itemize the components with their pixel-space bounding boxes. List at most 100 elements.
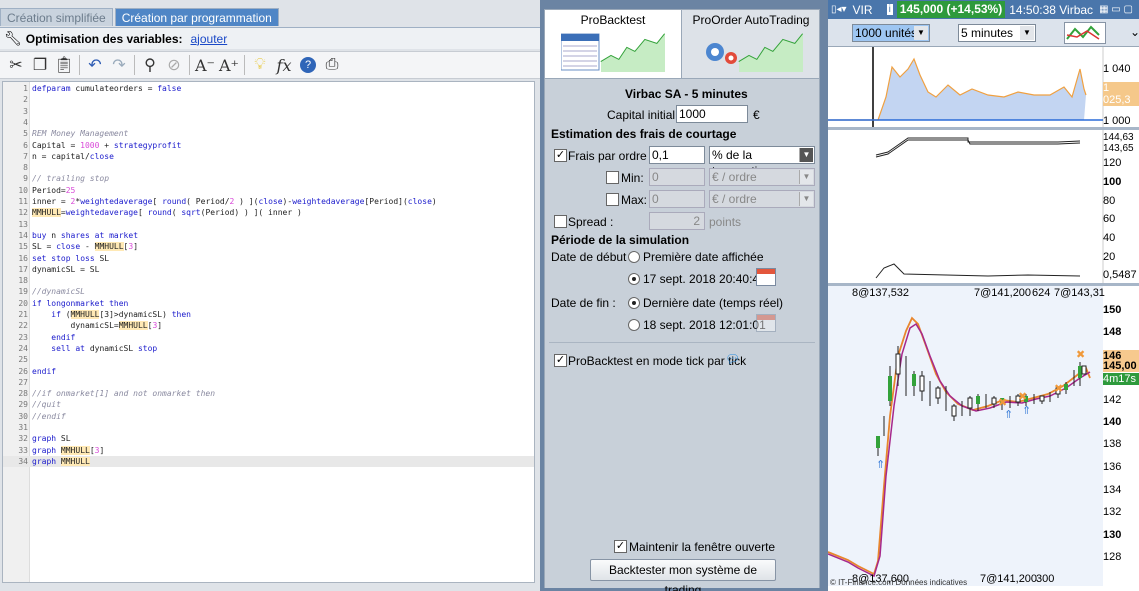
code-line[interactable]: 30 //endif: [3, 411, 534, 422]
code-line[interactable]: 19 //dynamicSL: [3, 286, 534, 297]
lightbulb-icon[interactable]: 💡︎: [248, 54, 272, 76]
min-checkbox[interactable]: [606, 171, 619, 184]
comment-icon[interactable]: ⊘: [162, 54, 186, 76]
code-line[interactable]: 1 defparam cumulateorders = false: [3, 83, 534, 94]
tab-proorder[interactable]: ProOrder AutoTrading: [683, 10, 819, 78]
price-tag: 7@141,200: [980, 573, 1038, 585]
tick-mode-checkbox[interactable]: ✓: [554, 354, 567, 367]
window-buttons-icon[interactable]: ▦ ▭ ▢: [1099, 4, 1133, 15]
code-line[interactable]: 10 Period=25: [3, 185, 534, 196]
code-line[interactable]: 28 //if onmarket[1] and not onmarket then: [3, 388, 534, 399]
code-line[interactable]: 15 SL = close - MMHULL[3]: [3, 241, 534, 252]
chart-style-icon[interactable]: [1064, 22, 1106, 44]
tab-simplified[interactable]: Création simplifiée: [0, 8, 113, 26]
spread-checkbox[interactable]: [554, 215, 567, 228]
code-line[interactable]: 33 graph MMHULL[3]: [3, 445, 534, 456]
code-line[interactable]: 22 dynamicSL=MMHULL[3]: [3, 320, 534, 331]
max-unit-select[interactable]: € / ordre ▼: [709, 190, 815, 208]
code-line[interactable]: 16 set stop loss SL: [3, 253, 534, 264]
code-line[interactable]: 27: [3, 377, 534, 388]
calendar-icon[interactable]: [756, 314, 776, 332]
line-number: 2: [23, 95, 28, 105]
code-line[interactable]: 26 endif: [3, 366, 534, 377]
start-first-radio[interactable]: [628, 251, 640, 263]
line-number: 19: [18, 287, 28, 297]
code-line[interactable]: 13: [3, 219, 534, 230]
price-axis-label: 140: [1103, 416, 1122, 428]
add-variable-link[interactable]: ajouter: [191, 32, 228, 46]
code-line[interactable]: 7 n = capital/close: [3, 151, 534, 162]
code-line[interactable]: 24 sell at dynamicSL stop: [3, 343, 534, 354]
min-input[interactable]: 0: [649, 168, 705, 186]
fees-input[interactable]: 0,1: [649, 146, 705, 164]
code-line[interactable]: 4: [3, 117, 534, 128]
info-bubble-icon[interactable]: 💬︎: [725, 352, 740, 366]
copy-icon[interactable]: ❐: [28, 54, 52, 76]
code-line[interactable]: 12 MMHULL=weightedaverage[ round( sqrt(Pe…: [3, 207, 534, 218]
code-line[interactable]: 32 graph SL: [3, 433, 534, 444]
cut-icon[interactable]: ✂: [4, 54, 28, 76]
code-line[interactable]: 21 if (MMHULL[3]>dynamicSL) then: [3, 309, 534, 320]
code-line[interactable]: 9 // trailing stop: [3, 173, 534, 184]
code-line[interactable]: 20 if longonmarket then: [3, 298, 534, 309]
wrench-icon: 🔧︎: [4, 30, 22, 46]
max-input[interactable]: 0: [649, 190, 705, 208]
chevron-down-icon: ▼: [799, 192, 813, 206]
end-realtime-radio[interactable]: [628, 297, 640, 309]
font-decrease-icon[interactable]: A⁻: [193, 54, 217, 76]
code-line[interactable]: 8: [3, 162, 534, 173]
optimisation-bar: 🔧︎ Optimisation des variables: ajouter: [0, 27, 540, 49]
line-number: 14: [18, 230, 28, 240]
line-number: 1: [23, 84, 28, 93]
end-date-radio[interactable]: [628, 319, 640, 331]
tab-probacktest[interactable]: ProBacktest: [545, 10, 682, 78]
tab-programming[interactable]: Création par programmation: [114, 8, 279, 26]
keep-open-checkbox[interactable]: ✓: [614, 540, 627, 553]
paste-icon[interactable]: 📋︎: [52, 54, 76, 76]
code-line[interactable]: 23 endif: [3, 332, 534, 343]
redo-icon[interactable]: ↷: [107, 54, 131, 76]
code-line[interactable]: 6 Capital = 1000 + strategyprofit: [3, 140, 534, 151]
indicator-axis-label: 20: [1103, 251, 1116, 263]
min-unit-select[interactable]: € / ordre ▼: [709, 168, 815, 186]
code-text: dynamicSL = SL: [32, 264, 100, 274]
chevron-down-icon[interactable]: ⌄: [1130, 25, 1139, 39]
code-text: MMHULL=weightedaverage[ round( sqrt(Peri…: [32, 208, 302, 218]
code-line[interactable]: 14 buy n shares at market: [3, 230, 534, 241]
font-increase-icon[interactable]: A⁺: [217, 54, 241, 76]
start-date-radio[interactable]: [628, 273, 640, 285]
fees-checkbox[interactable]: ✓: [554, 149, 567, 162]
backtest-button[interactable]: Backtester mon système de trading: [590, 559, 776, 591]
info-icon[interactable]: i: [886, 4, 893, 15]
print-icon[interactable]: ⎙: [320, 54, 344, 76]
code-line[interactable]: 31: [3, 422, 534, 433]
clock-and-name: 14:50:38 Virbac: [1009, 2, 1094, 17]
search-icon[interactable]: ⚲: [138, 54, 162, 76]
svg-text:✖: ✖: [1076, 349, 1085, 361]
line-number: 31: [18, 423, 28, 432]
code-line[interactable]: 18: [3, 275, 534, 286]
code-line[interactable]: 3: [3, 106, 534, 117]
code-line[interactable]: 29 //quit: [3, 399, 534, 410]
code-line[interactable]: 2: [3, 94, 534, 105]
units-select[interactable]: 1000 unités ▼: [852, 24, 930, 42]
chart-menu-icon[interactable]: ▯◂▾: [831, 4, 847, 15]
code-line[interactable]: 11 inner = 2*weightedaverage[ round( Peri…: [3, 196, 534, 207]
toolbar-divider: [134, 55, 135, 75]
function-icon[interactable]: fx: [272, 54, 296, 76]
toolbar-divider: [79, 55, 80, 75]
capital-input[interactable]: 1000: [676, 105, 748, 123]
code-area[interactable]: 1 defparam cumulateorders = false 2 3 4 5 REM …: [2, 81, 535, 583]
max-checkbox[interactable]: [606, 193, 619, 206]
code-line[interactable]: 25: [3, 354, 534, 365]
calendar-icon[interactable]: [756, 268, 776, 286]
undo-icon[interactable]: ↶: [83, 54, 107, 76]
help-icon[interactable]: ?: [296, 54, 320, 76]
code-line[interactable]: 34 graph MMHULL: [3, 455, 534, 468]
code-line[interactable]: 17 dynamicSL = SL: [3, 264, 534, 275]
timeframe-select[interactable]: 5 minutes ▼: [958, 24, 1036, 42]
code-line[interactable]: 5 REM Money Management: [3, 128, 534, 139]
fees-unit-select[interactable]: % de la transaction▼: [709, 146, 815, 178]
line-number: 28: [18, 389, 28, 399]
spread-input[interactable]: 2: [649, 212, 705, 230]
